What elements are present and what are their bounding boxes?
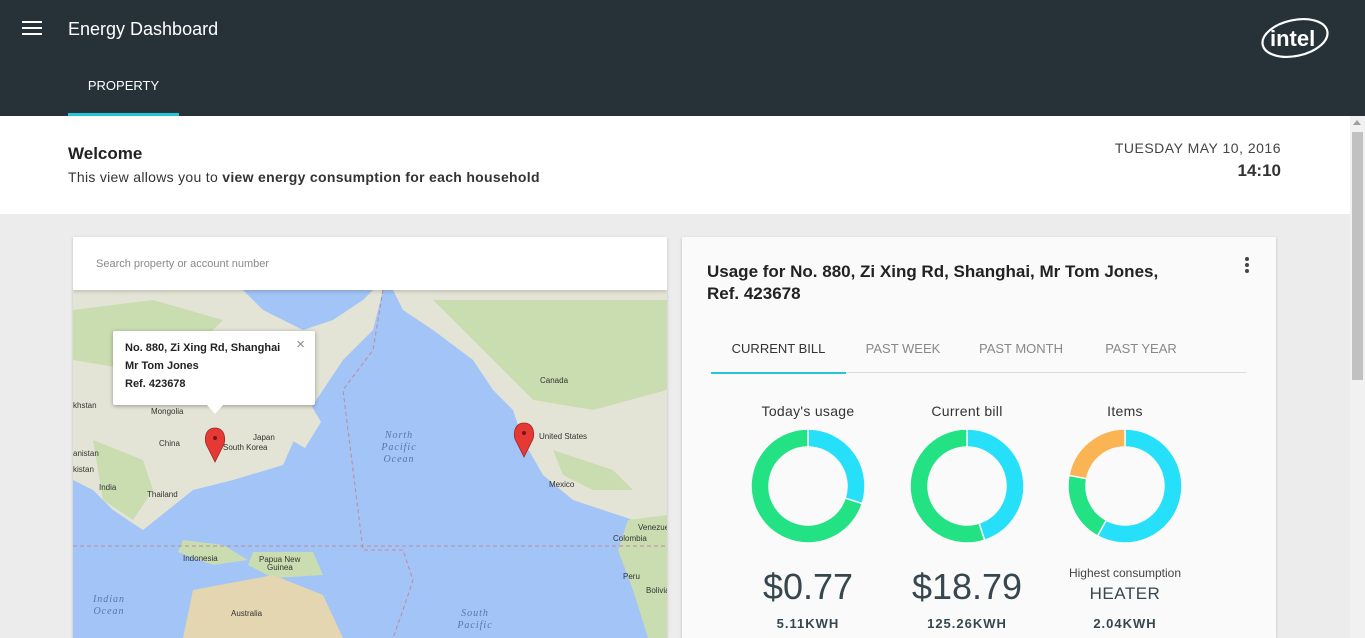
stat-label: Today's usage <box>761 403 855 419</box>
ocean-label: Indian <box>92 594 125 605</box>
ocean-label: South <box>461 608 489 619</box>
stat-label: Current bill <box>931 403 1003 419</box>
intel-logo: intel <box>1261 18 1329 58</box>
map-card: khstan Mongolia China Japan South Korea … <box>73 237 667 638</box>
stat-kwh: 2.04KWH <box>1093 616 1157 631</box>
map-label: Mexico <box>549 480 575 489</box>
map-info-popup: × No. 880, Zi Xing Rd, Shanghai Mr Tom J… <box>113 331 315 414</box>
donut-slice <box>807 428 866 505</box>
map-label: China <box>159 439 180 448</box>
usage-card: Usage for No. 880, Zi Xing Rd, Shanghai,… <box>682 237 1276 638</box>
map-label: Indonesia <box>183 554 218 563</box>
page-scrollbar[interactable] <box>1350 116 1365 638</box>
map-label: Japan <box>253 433 275 442</box>
donut-slice <box>1067 474 1108 537</box>
ocean-label: Pacific <box>380 442 416 453</box>
scroll-thumb[interactable] <box>1352 132 1363 380</box>
tab-past-year[interactable]: PAST YEAR <box>1091 333 1191 373</box>
ocean-label: Pacific <box>456 620 492 631</box>
ocean-label: Ocean <box>383 454 414 465</box>
tab-past-week[interactable]: PAST WEEK <box>856 333 950 373</box>
ocean-label: North <box>384 430 413 441</box>
map-label: South Korea <box>223 443 268 452</box>
map-label: khstan <box>73 401 97 410</box>
map-label: Mongolia <box>151 407 184 416</box>
donut-chart-todays-usage <box>750 428 866 544</box>
map-label: anistan <box>73 449 99 458</box>
ocean-label: Ocean <box>93 606 124 617</box>
stat-label: Items <box>1107 403 1143 419</box>
usage-title: Usage for No. 880, Zi Xing Rd, Shanghai,… <box>707 262 1159 303</box>
current-time: 14:10 <box>1237 161 1281 180</box>
close-icon[interactable]: × <box>296 336 305 354</box>
scroll-up-arrow-icon[interactable] <box>1353 120 1361 125</box>
welcome-title: Welcome <box>68 144 143 163</box>
popup-name: Mr Tom Jones <box>125 360 199 372</box>
map-label: Guinea <box>267 563 293 572</box>
stat-amount: $0.77 <box>762 566 854 607</box>
current-date: TUESDAY MAY 10, 2016 <box>1114 140 1281 156</box>
map-label: Thailand <box>147 490 178 499</box>
welcome-description: This view allows you to view energy cons… <box>68 169 540 185</box>
tab-current-bill[interactable]: CURRENT BILL <box>711 333 846 374</box>
map-label: Canada <box>540 376 569 385</box>
stat-kwh: 5.11KWH <box>776 616 840 631</box>
popup-ref: Ref. 423678 <box>125 378 186 390</box>
donut-chart-items <box>1067 428 1183 544</box>
map-label: Venezue <box>638 523 667 532</box>
map-label: Peru <box>623 572 640 581</box>
donut-chart-current-bill <box>909 428 1025 544</box>
svg-text:intel: intel <box>1270 26 1315 51</box>
tab-property[interactable]: PROPERTY <box>68 64 179 116</box>
popup-address: No. 880, Zi Xing Rd, Shanghai <box>125 342 281 354</box>
map-label: Bolivia <box>646 586 667 595</box>
map-label: kistan <box>73 465 94 474</box>
stat-todays-usage: Today's usage $0.77 5.11KWH <box>733 403 883 631</box>
stat-kwh: 125.26KWH <box>927 616 1007 631</box>
stat-items: Items Highest consumption HEATER 2.04KWH <box>1050 403 1200 631</box>
app-header: Energy Dashboard intel PROPERTY <box>0 0 1365 116</box>
map-label: Australia <box>231 609 263 618</box>
stat-amount: $18.79 <box>911 566 1023 607</box>
map-label: Colombia <box>613 534 647 543</box>
usage-tabs: CURRENT BILL PAST WEEK PAST MONTH PAST Y… <box>711 333 1246 374</box>
highest-consumption-item: HEATER <box>1089 584 1161 603</box>
highest-consumption-label: Highest consumption <box>1068 566 1182 580</box>
map-label: United States <box>539 432 587 441</box>
donut-slice <box>1068 428 1126 480</box>
welcome-panel: Welcome This view allows you to view ene… <box>0 116 1350 214</box>
menu-icon[interactable] <box>22 21 42 37</box>
stat-current-bill: Current bill $18.79 125.26KWH <box>892 403 1042 631</box>
search-input[interactable] <box>73 237 667 290</box>
app-title: Energy Dashboard <box>68 19 219 39</box>
map-label: India <box>99 483 117 492</box>
more-vert-icon[interactable] <box>1245 257 1251 275</box>
tab-past-month[interactable]: PAST MONTH <box>971 333 1071 373</box>
